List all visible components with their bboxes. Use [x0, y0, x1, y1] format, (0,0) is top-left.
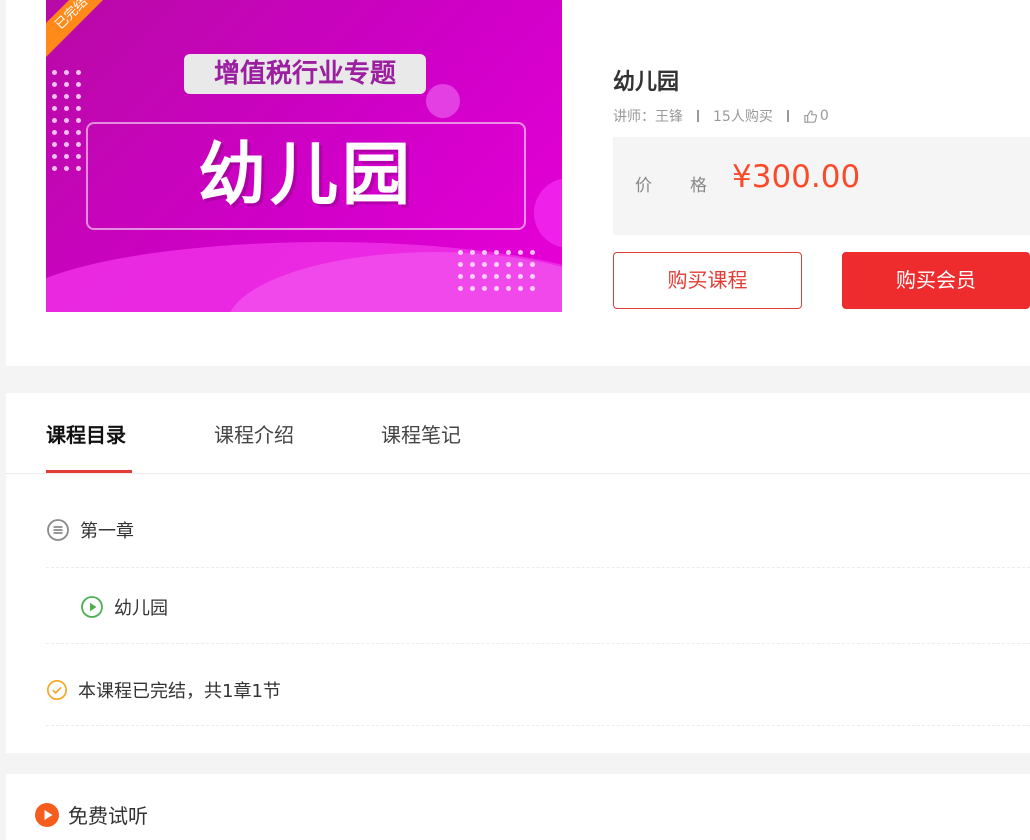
price-label: 价格 [635, 176, 745, 196]
meta-separator [786, 110, 789, 122]
catalog-card: 课程目录 课程介绍 课程笔记 第一章 幼儿园 本课程已完结，共1章1节 [6, 393, 1030, 753]
course-meta: 讲师：王锋 15人购买 0 [613, 106, 829, 126]
course-title: 幼儿园 [613, 70, 680, 95]
row-divider [46, 725, 1030, 726]
lesson-row[interactable]: 幼儿园 [80, 594, 1030, 620]
tab-catalog[interactable]: 课程目录 [46, 419, 126, 448]
row-divider [46, 643, 1030, 644]
completion-status-text: 本课程已完结，共1章1节 [78, 681, 281, 702]
cover-dots [458, 250, 535, 291]
tab-introduction[interactable]: 课程介绍 [214, 419, 294, 448]
play-circle-filled-icon [34, 802, 60, 828]
chapter-title: 第一章 [80, 521, 134, 542]
course-card: 已完结 增值税行业专题 幼儿园 幼儿园 讲师：王锋 15人购买 0 价格 ¥30… [6, 0, 1030, 366]
price-value: ¥300.00 [732, 159, 861, 195]
row-divider [46, 567, 1030, 568]
meta-separator [697, 110, 699, 122]
check-circle-icon [46, 679, 68, 701]
cover-dots [52, 70, 81, 171]
completed-ribbon: 已完结 [46, 0, 123, 65]
tab-notes[interactable]: 课程笔记 [381, 419, 461, 448]
completion-status: 本课程已完结，共1章1节 [46, 677, 1030, 703]
buy-member-button[interactable]: 购买会员 [842, 252, 1030, 309]
course-cover-image[interactable]: 已完结 增值税行业专题 幼儿园 [46, 0, 562, 312]
cover-bubble [426, 84, 460, 118]
cover-big-title: 幼儿园 [197, 136, 414, 215]
lesson-title: 幼儿园 [114, 598, 168, 619]
like-count: 0 [819, 108, 829, 124]
cover-bubble [534, 178, 562, 248]
buyer-count: 15人购买 [713, 109, 773, 125]
teacher-name: 讲师：王锋 [613, 109, 683, 125]
cover-series-title: 增值税行业专题 [184, 54, 426, 94]
free-trial-card: 免费试听 [6, 774, 1030, 840]
free-trial-label: 免费试听 [68, 804, 148, 828]
chapter-row[interactable]: 第一章 [46, 517, 1030, 543]
list-circle-icon [46, 518, 70, 542]
like-button[interactable]: 0 [803, 108, 829, 124]
price-box: 价格 ¥300.00 [613, 137, 1030, 235]
thumbs-up-icon [804, 109, 817, 123]
play-circle-icon [80, 595, 104, 619]
course-tabs: 课程目录 课程介绍 课程笔记 [6, 393, 1030, 474]
free-trial-header[interactable]: 免费试听 [34, 800, 148, 829]
active-tab-indicator [46, 470, 132, 473]
buy-course-button[interactable]: 购买课程 [613, 252, 802, 309]
